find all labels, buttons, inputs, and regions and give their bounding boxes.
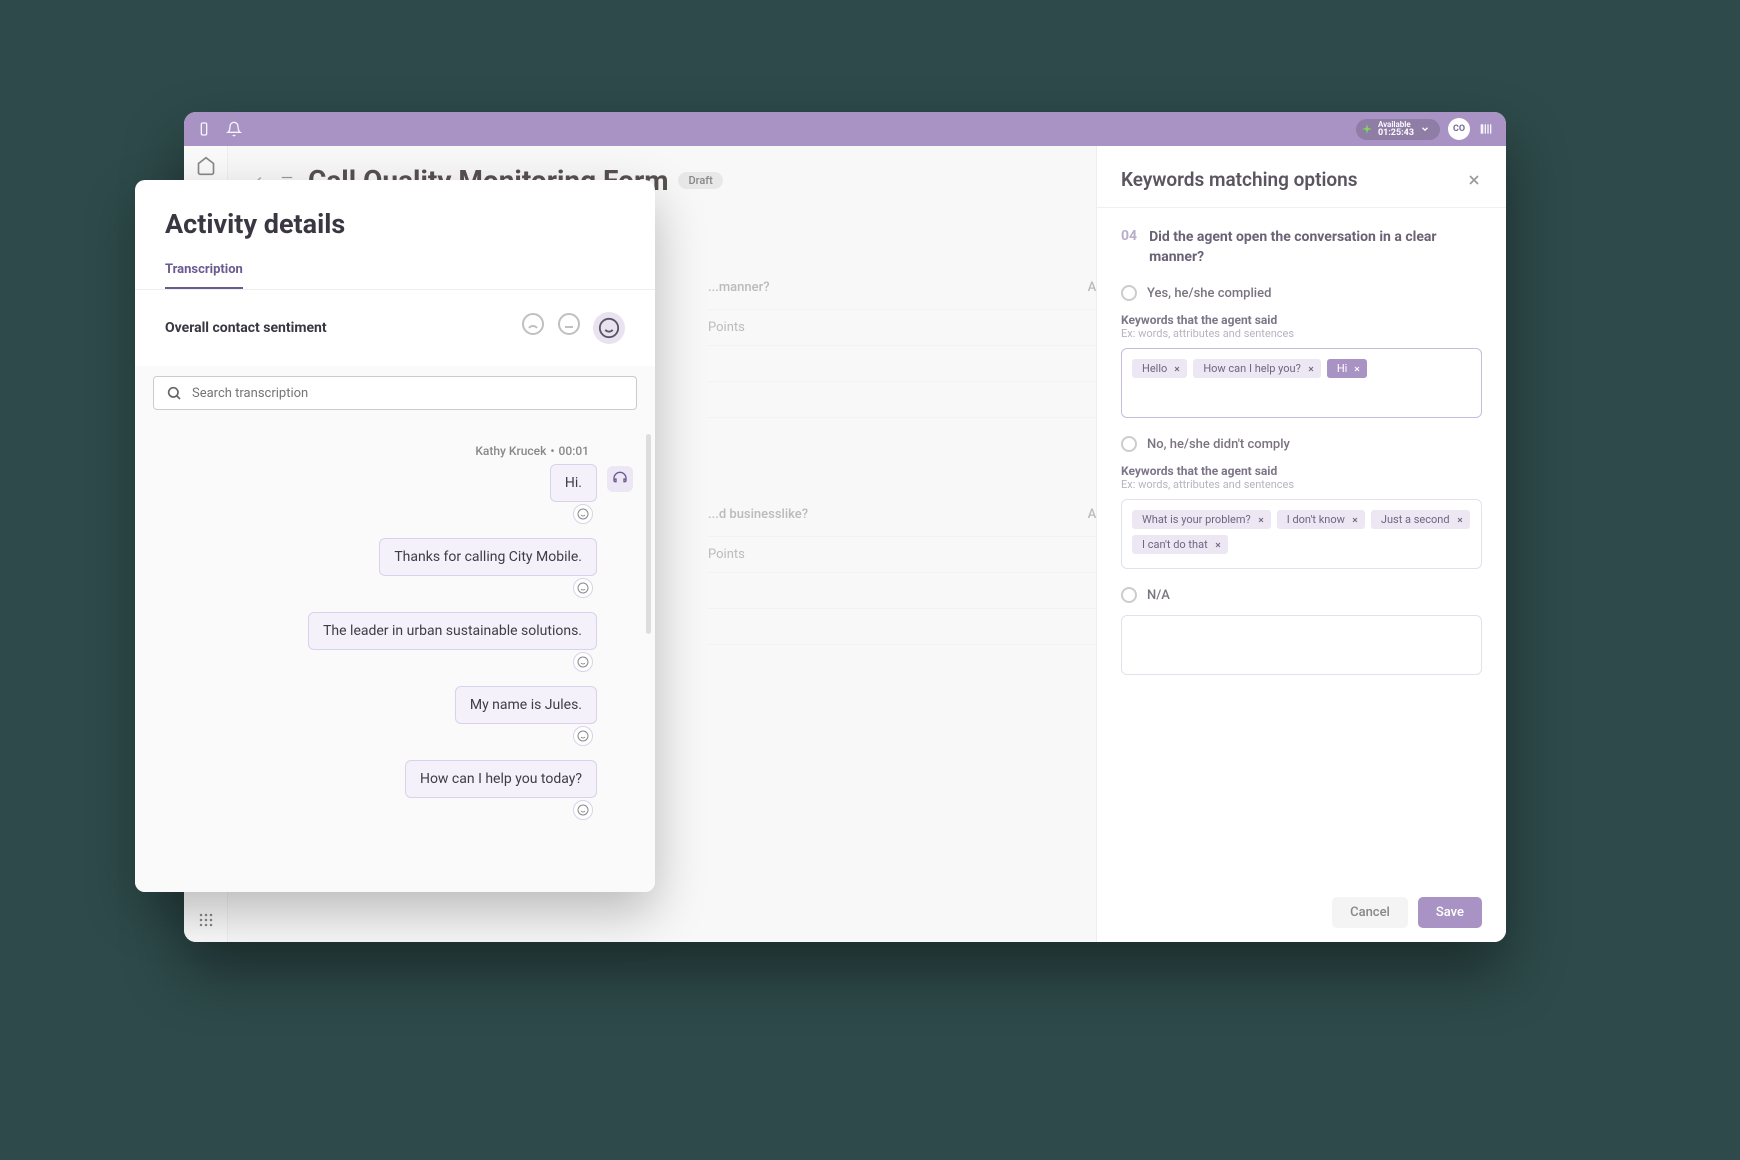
message-bubble: How can I help you today? (405, 760, 597, 798)
reaction-icon[interactable] (573, 504, 593, 524)
option-no[interactable]: No, he/she didn't comply (1121, 436, 1482, 452)
radio-icon (1121, 587, 1137, 603)
chip[interactable]: I don't know (1277, 510, 1365, 529)
search-icon (166, 385, 182, 401)
radio-icon (1121, 436, 1137, 452)
kw-hint: Ex: words, attributes and sentences (1121, 478, 1482, 491)
kw-label: Keywords that the agent said (1121, 464, 1482, 478)
question-text: Did the agent open the conversation in a… (1149, 228, 1482, 267)
sentiment-label: Overall contact sentiment (165, 320, 327, 336)
kw-box-no[interactable]: What is your problem? I don't know Just … (1121, 499, 1482, 569)
kw-box-na[interactable] (1121, 615, 1482, 675)
search-input[interactable] (192, 386, 624, 401)
avatar[interactable]: CO (1448, 118, 1470, 140)
chip[interactable]: How can I help you? (1193, 359, 1321, 378)
transcript: Kathy Krucek•00:01 Hi. Thanks for callin… (135, 424, 655, 892)
message-bubble: The leader in urban sustainable solution… (308, 612, 597, 650)
search-box[interactable] (153, 376, 637, 410)
chevron-down-icon (1420, 124, 1430, 134)
chip[interactable]: I can't do that (1132, 535, 1228, 554)
face-neutral-icon[interactable] (557, 312, 581, 336)
message-bubble: Hi. (550, 464, 597, 502)
chip[interactable]: Hi (1327, 359, 1368, 378)
close-icon[interactable] (1466, 172, 1482, 188)
scrollbar[interactable] (646, 434, 651, 634)
option-yes[interactable]: Yes, he/she complied (1121, 285, 1482, 301)
kw-label: Keywords that the agent said (1121, 313, 1482, 327)
home-icon[interactable] (196, 156, 216, 176)
app-logo-icon (196, 121, 212, 137)
cancel-button[interactable]: Cancel (1332, 897, 1408, 928)
panel-title: Keywords matching options (1121, 168, 1358, 191)
reaction-icon[interactable] (573, 800, 593, 820)
panel-toggle-icon[interactable] (1478, 121, 1494, 137)
apps-grid-icon[interactable] (196, 910, 216, 930)
draft-badge: Draft (678, 172, 722, 189)
radio-icon (1121, 285, 1137, 301)
chip[interactable]: Just a second (1371, 510, 1470, 529)
face-happy-icon[interactable] (593, 312, 625, 344)
notification-icon[interactable] (226, 121, 242, 137)
keywords-panel: Keywords matching options 04 Did the age… (1096, 146, 1506, 942)
message-bubble: Thanks for calling City Mobile. (379, 538, 597, 576)
question-number: 04 (1121, 228, 1137, 267)
option-na[interactable]: N/A (1121, 587, 1482, 603)
reaction-icon[interactable] (573, 726, 593, 746)
status-time: 01:25:43 (1378, 129, 1414, 138)
headset-icon (607, 466, 633, 492)
chip[interactable]: What is your problem? (1132, 510, 1271, 529)
kw-hint: Ex: words, attributes and sentences (1121, 327, 1482, 340)
status-pill[interactable]: Available 01:25:43 (1356, 119, 1440, 140)
face-sad-icon[interactable] (521, 312, 545, 336)
top-bar: Available 01:25:43 CO (184, 112, 1506, 146)
save-button[interactable]: Save (1418, 897, 1482, 928)
kw-box-yes[interactable]: Hello How can I help you? Hi (1121, 348, 1482, 418)
message-meta: Kathy Krucek•00:01 (157, 444, 589, 458)
tab-transcription[interactable]: Transcription (165, 262, 243, 290)
message-bubble: My name is Jules. (455, 686, 597, 724)
activity-details-modal: Activity details Transcription Overall c… (135, 180, 655, 892)
reaction-icon[interactable] (573, 578, 593, 598)
chip[interactable]: Hello (1132, 359, 1187, 378)
reaction-icon[interactable] (573, 652, 593, 672)
status-dot-icon (1362, 124, 1372, 134)
modal-title: Activity details (165, 208, 625, 240)
